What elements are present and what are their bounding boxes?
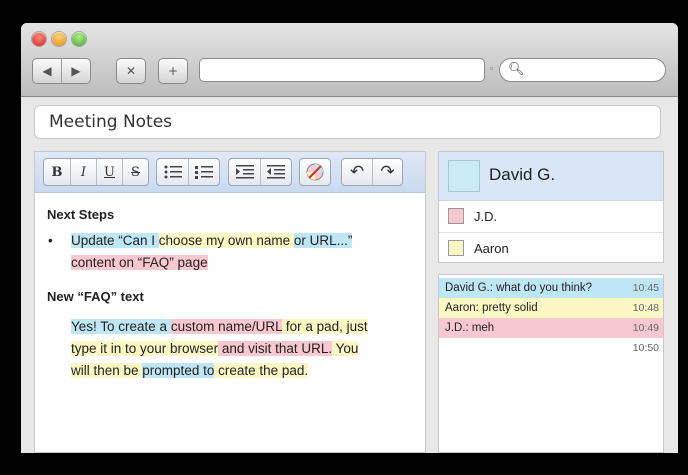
italic-button[interactable]: I: [70, 159, 96, 185]
bullet-list-icon: [164, 165, 182, 179]
editor-toolbar: B I U S ↶ ↷: [35, 152, 425, 193]
faq-paragraph: Yes! To create a custom name/URL for a p…: [47, 316, 417, 382]
chat-message-text: Aaron: pretty solid: [445, 302, 538, 314]
history-group: ↶ ↷: [341, 158, 403, 186]
pad-title[interactable]: Meeting Notes: [34, 105, 661, 139]
document-body[interactable]: Next Steps • Update “Can I choose my own…: [47, 204, 417, 382]
add-bookmark-button[interactable]: +: [159, 59, 187, 83]
text-segment: will then be: [71, 363, 143, 378]
undo-button[interactable]: ↶: [342, 159, 372, 185]
undo-icon: ↶: [349, 162, 365, 182]
checklist-icon: [195, 166, 213, 179]
text-segment: You: [332, 341, 359, 356]
text-segment: type it in to your browser: [71, 341, 219, 356]
address-bar[interactable]: [199, 58, 485, 82]
browser-window: ◀ ▶ ✕ + ◦ 🔍︎ Meeting Notes B I U S ↶ ↷ N…: [21, 23, 678, 453]
indent-group: [228, 158, 292, 186]
close-window-button[interactable]: [32, 32, 46, 46]
bullet-item: • Update “Can I choose my own name or UR…: [47, 230, 417, 274]
strikethrough-button[interactable]: S: [122, 159, 148, 185]
color-group: [299, 158, 331, 186]
add-group: +: [158, 58, 188, 84]
chat-message-text: David G.: what do you think?: [445, 282, 593, 294]
redo-button[interactable]: ↷: [372, 159, 402, 185]
chat-message: David G.: what do you think? 10:45: [439, 278, 663, 298]
chat-message: J.D.: meh 10:49: [439, 318, 663, 338]
color-wheel-icon: [306, 163, 324, 181]
heading-new-faq: New “FAQ” text: [47, 289, 144, 304]
users-panel: David G. J.D. Aaron: [438, 151, 664, 263]
text-segment: choose my own name: [158, 233, 294, 248]
close-icon: ✕: [125, 64, 137, 78]
user-color-swatch: [448, 240, 464, 256]
back-forward-group: ◀ ▶: [32, 58, 91, 84]
text-segment: and visit that URL.: [218, 341, 333, 356]
indent-icon: [235, 165, 254, 179]
heading-next-steps: Next Steps: [47, 207, 115, 222]
current-user: David G.: [439, 152, 663, 201]
forward-button[interactable]: ▶: [61, 59, 90, 83]
clear-authorship-button[interactable]: [300, 159, 330, 185]
chat-message-time: 10:45: [632, 282, 659, 294]
user-name: Aaron: [474, 241, 509, 256]
stop-group: ✕: [116, 58, 146, 84]
chat-message-time: 10:50: [632, 342, 659, 354]
chat-message: 10:50: [439, 338, 663, 358]
text-segment: prompted to: [142, 363, 215, 378]
search-icon: 🔍︎: [508, 62, 525, 77]
back-arrow-icon: ◀: [42, 64, 52, 78]
user-color-swatch: [448, 208, 464, 224]
zoom-window-button[interactable]: [72, 32, 86, 46]
bullet-marker: •: [48, 233, 53, 248]
chat-panel: David G.: what do you think? 10:45 Aaron…: [438, 274, 664, 453]
bold-button[interactable]: B: [44, 159, 70, 185]
search-field[interactable]: 🔍︎: [499, 58, 666, 82]
user-row: J.D.: [439, 201, 663, 233]
minimize-window-button[interactable]: [52, 32, 66, 46]
text-segment: for a pad, just: [282, 319, 368, 334]
rss-icon: ◦: [489, 65, 495, 75]
text-segment: custom name/URL: [170, 319, 283, 334]
page-content: Meeting Notes B I U S ↶ ↷ Next Steps • U…: [21, 97, 678, 453]
chat-message-text: J.D.: meh: [445, 322, 495, 334]
stop-button[interactable]: ✕: [117, 59, 145, 83]
outdent-button[interactable]: [260, 159, 291, 185]
text-segment: Update “Can I: [71, 233, 159, 248]
chat-message: Aaron: pretty solid 10:48: [439, 298, 663, 318]
text-segment: create the pad.: [214, 363, 309, 378]
text-segment: or URL...”: [293, 233, 353, 248]
browser-toolbar: ◀ ▶ ✕ + ◦ 🔍︎: [21, 23, 678, 97]
text-segment: Yes! To create a: [71, 319, 171, 334]
list-group: [156, 158, 220, 186]
editor-panel: B I U S ↶ ↷ Next Steps • Update “Can I c…: [34, 151, 426, 453]
unordered-list-button[interactable]: [157, 159, 188, 185]
underline-button[interactable]: U: [96, 159, 122, 185]
chat-message-time: 10:49: [632, 322, 659, 334]
task-list-button[interactable]: [188, 159, 219, 185]
chat-message-time: 10:48: [632, 302, 659, 314]
text-segment: content on “FAQ” page: [71, 255, 208, 270]
my-color-swatch[interactable]: [448, 160, 480, 192]
indent-button[interactable]: [229, 159, 260, 185]
user-row: Aaron: [439, 233, 663, 264]
text-format-group: B I U S: [43, 158, 149, 186]
back-button[interactable]: ◀: [33, 59, 61, 83]
plus-icon: +: [167, 64, 179, 78]
outdent-icon: [267, 165, 285, 179]
forward-arrow-icon: ▶: [71, 64, 81, 78]
redo-icon: ↷: [380, 162, 395, 182]
my-name[interactable]: David G.: [489, 165, 555, 185]
user-name: J.D.: [474, 209, 498, 224]
